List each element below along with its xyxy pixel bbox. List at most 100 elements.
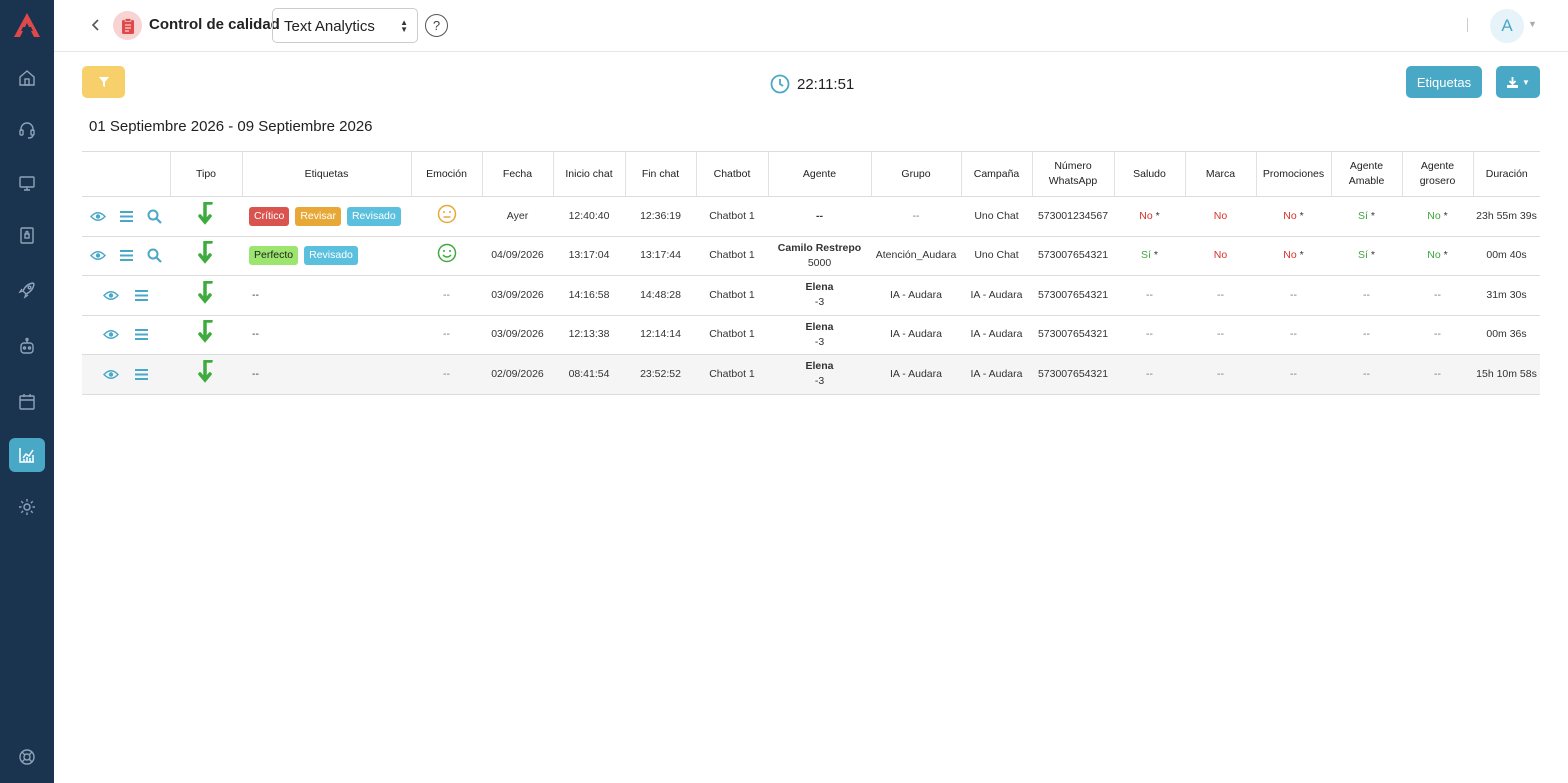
incoming-arrow-icon <box>198 201 213 225</box>
eye-icon[interactable] <box>103 369 119 380</box>
col-inicio-chat[interactable]: Inicio chat <box>552 151 625 197</box>
col-fecha[interactable]: Fecha <box>481 151 553 197</box>
eye-icon[interactable] <box>103 290 119 301</box>
clock-icon <box>770 74 790 94</box>
grosero-asterisk: * <box>1443 249 1448 262</box>
nav-lock-icon[interactable] <box>9 218 45 252</box>
tag-perfecto[interactable]: Perfecto <box>249 246 299 266</box>
tags-button[interactable]: Etiquetas <box>1406 66 1482 98</box>
help-icon[interactable]: ? <box>425 14 448 37</box>
cell-saludo: Sí <box>1141 249 1151 262</box>
col-agente[interactable]: Agente <box>767 151 871 197</box>
nav-home-icon[interactable] <box>9 61 45 95</box>
back-arrow-icon[interactable] <box>86 15 106 35</box>
nav-monitor-icon[interactable] <box>9 166 45 200</box>
cell-fecha: 02/09/2026 <box>482 354 553 395</box>
col-agente-grosero[interactable]: Agente grosero <box>1401 151 1473 197</box>
nav-headset-icon[interactable] <box>9 113 45 147</box>
col-tipo[interactable]: Tipo <box>169 151 242 197</box>
cell-amable: -- <box>1331 315 1402 355</box>
eye-icon[interactable] <box>90 211 106 222</box>
promociones-asterisk: * <box>1299 209 1304 222</box>
cell-agente: Elena <box>805 360 834 373</box>
tag-revisado[interactable]: Revisado <box>304 246 358 266</box>
filter-button[interactable] <box>82 66 125 98</box>
cell-duracion: 31m 30s <box>1473 275 1540 316</box>
sidebar <box>0 0 54 783</box>
cell-numero: 573007654321 <box>1032 275 1114 316</box>
table-row[interactable]: -- -- 03/09/2026 14:16:58 14:48:28 Chatb… <box>82 275 1540 316</box>
col-grupo[interactable]: Grupo <box>870 151 961 197</box>
cell-agente-ext: 5000 <box>807 256 832 269</box>
col-promociones[interactable]: Promociones <box>1255 151 1331 197</box>
cell-numero: 573007654321 <box>1032 354 1114 395</box>
cell-duracion: 00m 36s <box>1473 315 1540 355</box>
menu-list-icon[interactable] <box>119 249 134 262</box>
brand-logo-icon[interactable] <box>12 11 42 39</box>
menu-list-icon[interactable] <box>134 368 149 381</box>
col-fin-chat[interactable]: Fin chat <box>624 151 696 197</box>
cell-marca: -- <box>1185 315 1256 355</box>
menu-list-icon[interactable] <box>134 289 149 302</box>
chevron-down-icon[interactable]: ▼ <box>1528 19 1537 29</box>
cell-marca: -- <box>1185 354 1256 395</box>
cell-campana: IA - Audara <box>961 354 1032 395</box>
incoming-arrow-icon <box>198 359 213 383</box>
incoming-arrow-icon <box>198 280 213 304</box>
eye-icon[interactable] <box>90 250 106 261</box>
nav-robot-icon[interactable] <box>9 329 45 363</box>
table-row[interactable]: -- -- 02/09/2026 08:41:54 23:52:52 Chatb… <box>82 354 1540 395</box>
current-time: 22:11:51 <box>797 76 855 93</box>
tag-critico[interactable]: Crítico <box>249 206 290 226</box>
search-icon[interactable] <box>147 248 162 264</box>
saludo-asterisk: * <box>1155 209 1160 222</box>
cell-inicio: 14:16:58 <box>553 275 625 316</box>
cell-agente: Camilo Restrepo <box>777 241 862 254</box>
analytics-type-select[interactable]: Text Analytics ▲ ▼ <box>272 8 418 43</box>
clipboard-icon <box>113 11 142 40</box>
cell-grupo: -- <box>871 196 961 237</box>
col-actions <box>82 151 170 197</box>
col-duracion[interactable]: Duración <box>1472 151 1540 197</box>
nav-analytics-icon[interactable] <box>9 438 45 472</box>
col-marca[interactable]: Marca <box>1184 151 1256 197</box>
cell-promociones: -- <box>1256 275 1331 316</box>
tag-revisar[interactable]: Revisar <box>295 206 341 226</box>
col-emocion[interactable]: Emoción <box>410 151 482 197</box>
saludo-asterisk: * <box>1153 249 1158 262</box>
download-icon <box>1507 76 1519 88</box>
cell-agente-ext: -3 <box>814 375 825 388</box>
filter-icon <box>98 77 109 87</box>
search-icon[interactable] <box>147 209 162 224</box>
amable-asterisk: * <box>1370 209 1375 222</box>
cell-grosero: No <box>1427 249 1441 262</box>
cell-grosero: -- <box>1402 354 1473 395</box>
download-button[interactable]: ▼ <box>1496 66 1540 98</box>
col-saludo[interactable]: Saludo <box>1113 151 1185 197</box>
nav-support-icon[interactable] <box>9 740 45 774</box>
avatar[interactable]: A <box>1490 9 1524 43</box>
col-chatbot[interactable]: Chatbot <box>695 151 768 197</box>
nav-settings-icon[interactable] <box>9 490 45 524</box>
cell-numero: 573001234567 <box>1032 196 1114 237</box>
col-campana[interactable]: Campaña <box>960 151 1032 197</box>
nav-calendar-icon[interactable] <box>9 385 45 419</box>
table-row[interactable]: -- -- 03/09/2026 12:13:38 12:14:14 Chatb… <box>82 315 1540 355</box>
select-arrows-icon: ▲ ▼ <box>400 18 408 34</box>
cell-campana: IA - Audara <box>961 315 1032 355</box>
table-row[interactable]: Perfecto Revisado 04/09/2026 13:17:04 13… <box>82 236 1540 276</box>
menu-list-icon[interactable] <box>119 210 134 223</box>
col-agente-amable[interactable]: Agente Amable <box>1330 151 1402 197</box>
nav-rocket-icon[interactable] <box>9 273 45 307</box>
top-bar: Control de calidad Text Analytics ▲ ▼ ? A… <box>54 0 1568 52</box>
tag-revisado[interactable]: Revisado <box>346 206 401 226</box>
eye-icon[interactable] <box>103 329 119 340</box>
cell-chatbot: Chatbot 1 <box>696 275 768 316</box>
col-numero-whatsapp[interactable]: Número WhatsApp <box>1031 151 1114 197</box>
cell-marca: No <box>1213 209 1228 222</box>
menu-list-icon[interactable] <box>134 328 149 341</box>
col-etiquetas[interactable]: Etiquetas <box>241 151 411 197</box>
table-row[interactable]: Crítico Revisar Revisado Ayer 12:40:40 1… <box>82 196 1540 237</box>
cell-grupo: Atención_Audara <box>871 236 961 276</box>
cell-inicio: 12:13:38 <box>553 315 625 355</box>
